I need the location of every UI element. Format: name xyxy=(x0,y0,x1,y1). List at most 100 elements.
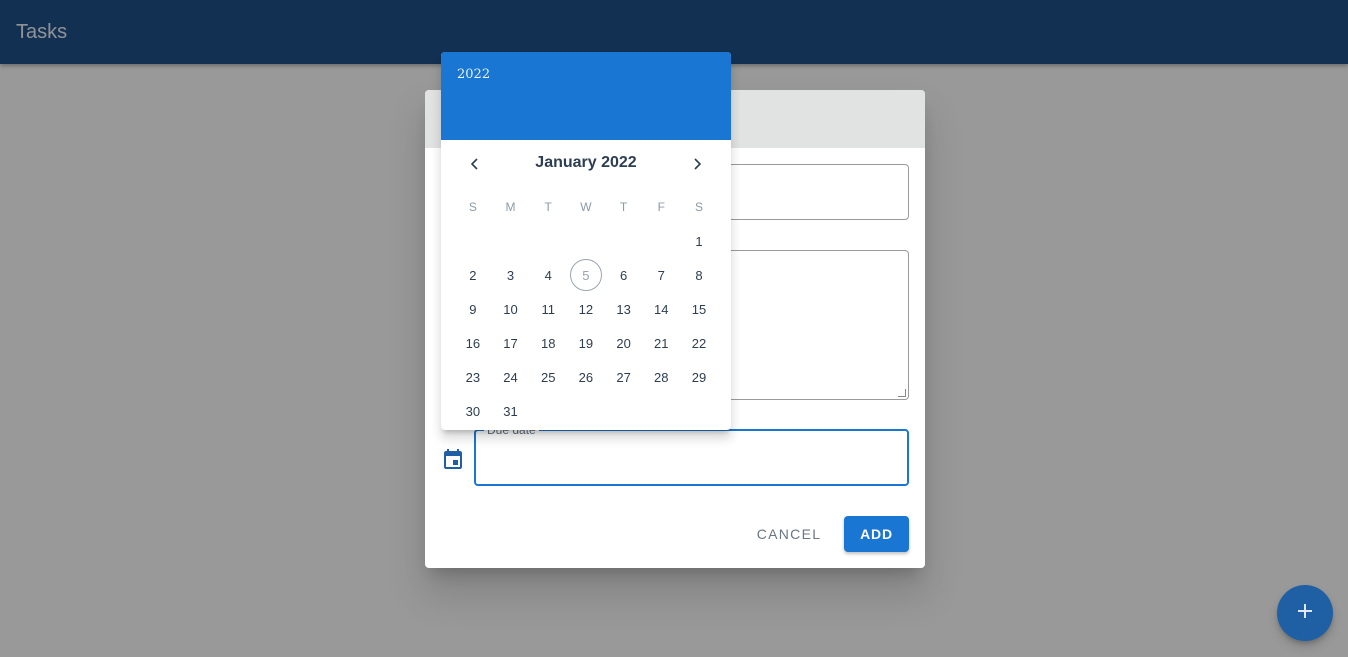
calendar-week-row: 9 10 11 12 13 14 15 xyxy=(454,292,718,326)
calendar-day[interactable]: 22 xyxy=(683,327,715,359)
calendar-day[interactable]: 1 xyxy=(683,225,715,257)
plus-icon xyxy=(1295,601,1315,626)
calendar-day-cell: 17 xyxy=(492,326,530,360)
calendar-day-cell: 1 xyxy=(680,224,718,258)
calendar-day[interactable]: 3 xyxy=(495,259,527,291)
resize-grip-icon[interactable] xyxy=(898,389,906,397)
calendar-day[interactable]: 18 xyxy=(532,327,564,359)
calendar-icon[interactable] xyxy=(441,448,465,472)
calendar-day[interactable]: 23 xyxy=(457,361,489,393)
calendar-day[interactable]: 24 xyxy=(495,361,527,393)
weekday-label: S xyxy=(468,200,477,214)
calendar-day-cell: 21 xyxy=(642,326,680,360)
calendar-day-cell: 2 xyxy=(454,258,492,292)
calendar-day-cell: 8 xyxy=(680,258,718,292)
calendar-day-cell: 31 xyxy=(492,394,530,428)
calendar-week-row: 23 24 25 26 27 28 29 xyxy=(454,360,718,394)
calendar-day-cell: 22 xyxy=(680,326,718,360)
calendar-day-cell: 19 xyxy=(567,326,605,360)
calendar-day[interactable]: 13 xyxy=(608,293,640,325)
calendar-day[interactable]: 16 xyxy=(457,327,489,359)
calendar-day[interactable]: 29 xyxy=(683,361,715,393)
calendar-day-cell: 7 xyxy=(642,258,680,292)
calendar-day-cell: 5 xyxy=(567,258,605,292)
calendar-day-cell: 3 xyxy=(492,258,530,292)
calendar-day-cell xyxy=(605,224,643,258)
calendar-day-cell: 27 xyxy=(605,360,643,394)
date-picker-popup: 2022 January 2022 S M T W T F S 12345678… xyxy=(441,52,731,430)
calendar-day-cell: 23 xyxy=(454,360,492,394)
calendar-day[interactable]: 14 xyxy=(645,293,677,325)
year-selector[interactable]: 2022 xyxy=(457,67,490,82)
weekday-label: F xyxy=(657,200,665,214)
add-button[interactable]: ADD xyxy=(844,516,909,552)
calendar-day[interactable]: 17 xyxy=(495,327,527,359)
calendar-day[interactable]: 8 xyxy=(683,259,715,291)
calendar-day[interactable]: 25 xyxy=(532,361,564,393)
calendar-day[interactable]: 6 xyxy=(608,259,640,291)
calendar-day[interactable]: 20 xyxy=(608,327,640,359)
month-navigation: January 2022 xyxy=(441,140,731,188)
weekday-label: T xyxy=(544,200,552,214)
calendar-day-cell xyxy=(642,394,680,428)
weekday-label: S xyxy=(694,200,703,214)
calendar-day-cell xyxy=(529,394,567,428)
calendar-day-cell xyxy=(454,224,492,258)
calendar-day-cell xyxy=(642,224,680,258)
calendar-day-cell xyxy=(680,394,718,428)
calendar-day[interactable]: 15 xyxy=(683,293,715,325)
calendar-day[interactable]: 10 xyxy=(495,293,527,325)
calendar-day-cell: 16 xyxy=(454,326,492,360)
calendar-day[interactable]: 21 xyxy=(645,327,677,359)
chevron-right-icon[interactable] xyxy=(685,152,709,176)
calendar-day[interactable]: 27 xyxy=(608,361,640,393)
calendar-day[interactable]: 9 xyxy=(457,293,489,325)
calendar-day-cell xyxy=(492,224,530,258)
calendar-week-row: 2345678 xyxy=(454,258,718,292)
calendar-day-cell: 10 xyxy=(492,292,530,326)
calendar-day-today[interactable]: 5 xyxy=(569,259,602,291)
calendar-day-cell: 13 xyxy=(605,292,643,326)
calendar-day-cell: 4 xyxy=(529,258,567,292)
weekday-label: M xyxy=(505,200,516,214)
calendar-day-cell xyxy=(605,394,643,428)
calendar-day-cell xyxy=(567,394,605,428)
calendar-day-cell xyxy=(529,224,567,258)
calendar-day[interactable]: 31 xyxy=(495,395,527,427)
calendar-day-cell: 11 xyxy=(529,292,567,326)
calendar-week-row: 1 xyxy=(454,224,718,258)
calendar-day-cell: 30 xyxy=(454,394,492,428)
calendar-day-cell: 12 xyxy=(567,292,605,326)
calendar-day[interactable]: 7 xyxy=(645,259,677,291)
calendar-day[interactable]: 26 xyxy=(570,361,602,393)
calendar-day-cell: 6 xyxy=(605,258,643,292)
calendar-day-cell: 14 xyxy=(642,292,680,326)
calendar-day-cell: 28 xyxy=(642,360,680,394)
calendar-days-grid: 1 2 3 4 5 6 7 8 9 10 11 12 13 14 15 16 17 18 19 20 21 22 23 24 2… xyxy=(454,224,718,428)
calendar-day[interactable]: 19 xyxy=(570,327,602,359)
calendar-day-cell xyxy=(567,224,605,258)
date-picker-header: 2022 xyxy=(441,52,731,140)
calendar-day-cell: 26 xyxy=(567,360,605,394)
calendar-day[interactable]: 2 xyxy=(457,259,489,291)
calendar-day[interactable]: 4 xyxy=(532,259,564,291)
calendar-day-cell: 25 xyxy=(529,360,567,394)
calendar-day[interactable]: 12 xyxy=(570,293,602,325)
weekday-label: W xyxy=(580,200,592,214)
calendar-day-cell: 20 xyxy=(605,326,643,360)
cancel-button[interactable]: CANCEL xyxy=(751,516,827,552)
due-date-field[interactable]: Due date xyxy=(474,423,909,486)
calendar-day-cell: 29 xyxy=(680,360,718,394)
add-task-fab[interactable] xyxy=(1277,585,1333,641)
calendar-day-cell: 15 xyxy=(680,292,718,326)
calendar-day[interactable]: 30 xyxy=(457,395,489,427)
calendar-week-row: 16 17 18 19 20 21 22 xyxy=(454,326,718,360)
calendar-day-cell: 9 xyxy=(454,292,492,326)
weekday-header: S M T W T F S xyxy=(454,195,718,219)
calendar-week-row: 30 31 xyxy=(454,394,718,428)
calendar-day-cell: 18 xyxy=(529,326,567,360)
calendar-day-cell: 24 xyxy=(492,360,530,394)
calendar-day[interactable]: 11 xyxy=(532,293,564,325)
calendar-day[interactable]: 28 xyxy=(645,361,677,393)
weekday-label: T xyxy=(619,200,628,214)
